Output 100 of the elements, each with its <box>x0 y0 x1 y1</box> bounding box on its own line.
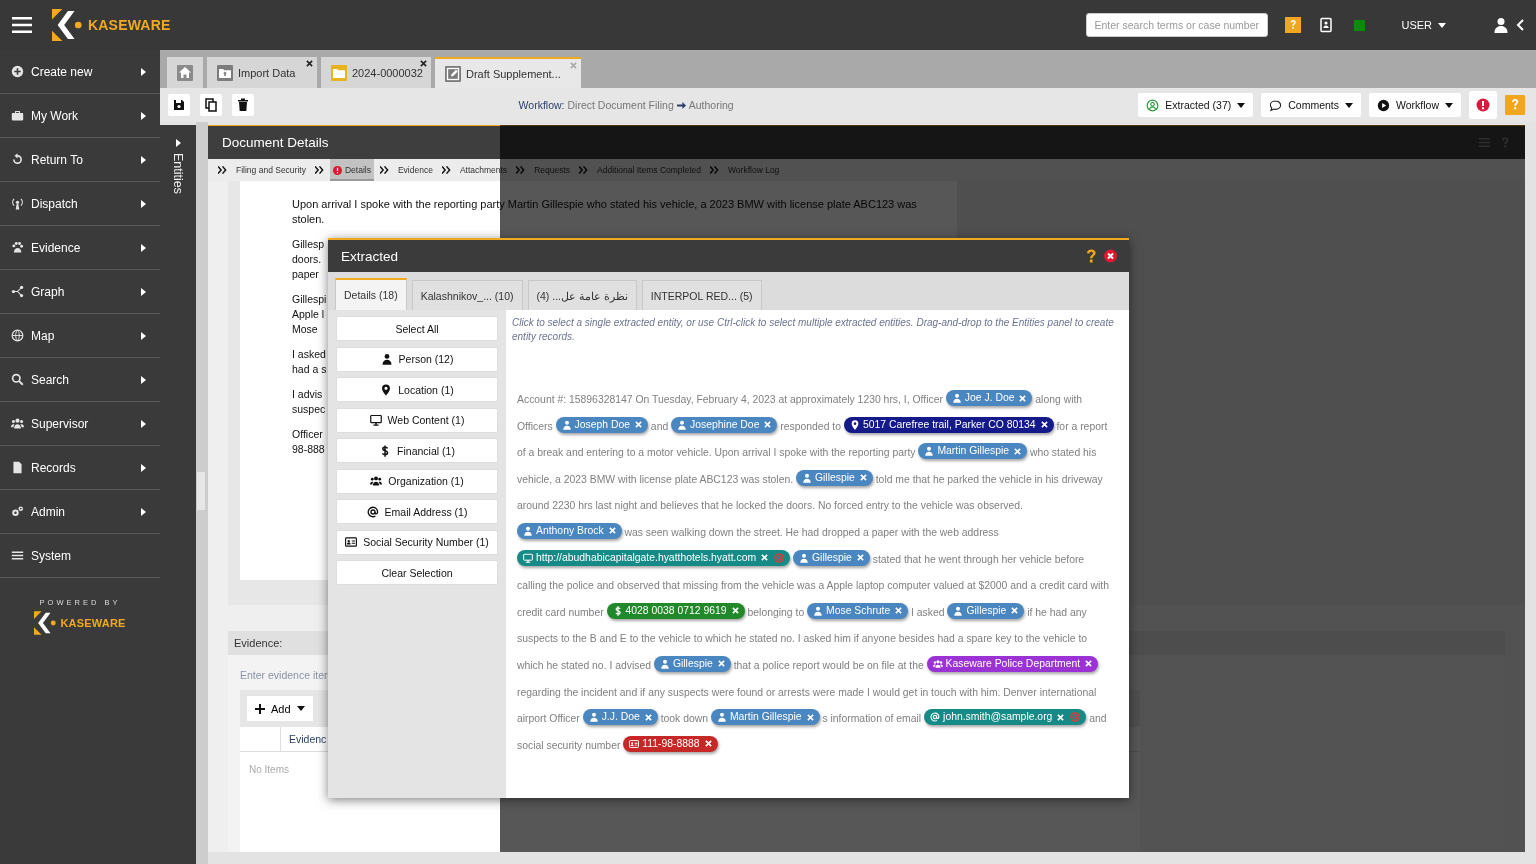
sidebar-label: Dispatch <box>31 196 79 211</box>
paw-icon <box>11 241 24 254</box>
filter-button[interactable]: Clear Selection <box>336 560 498 585</box>
plus-icon <box>255 703 265 714</box>
comments-button[interactable]: Comments <box>1261 93 1361 117</box>
caret-icon <box>1345 102 1353 108</box>
person-icon <box>523 525 533 536</box>
alert-icon[interactable] <box>1469 91 1497 119</box>
remove-icon[interactable] <box>1040 421 1048 429</box>
add-button[interactable]: Add <box>247 696 313 721</box>
entity-tag[interactable]: Martin Gillespie <box>918 443 1028 460</box>
entity-tag[interactable]: Josephine Doe <box>671 416 778 433</box>
filter-button[interactable]: Email Address (1) <box>336 499 498 524</box>
entity-tag[interactable]: john.smith@sample.org <box>924 709 1087 726</box>
workflow-step: Authoring <box>688 99 734 111</box>
filter-button[interactable]: Web Content (1) <box>336 407 498 433</box>
step-tab[interactable]: Details <box>329 159 374 181</box>
close-icon[interactable] <box>1104 249 1117 263</box>
report-text: Gillespi <box>292 292 327 307</box>
entity-tag[interactable]: http://abudhabicapitalgate.hyatthotels.hyatt.com <box>517 549 791 566</box>
chevron-icon <box>579 166 589 174</box>
at-sign-icon <box>366 505 379 518</box>
error-icon <box>332 165 342 175</box>
submenu-arrow-icon <box>141 463 146 472</box>
report-text: paper <box>292 267 319 282</box>
user-menu[interactable]: USER <box>1401 19 1446 31</box>
user-circle-icon <box>1146 98 1160 112</box>
person-icon <box>380 353 393 365</box>
entity-tag[interactable]: Gillespie <box>947 602 1025 619</box>
entity-tag[interactable]: J.J. Doe <box>582 709 658 726</box>
expand-icon[interactable] <box>175 139 181 147</box>
remove-icon[interactable] <box>704 740 712 748</box>
person-icon <box>659 658 670 669</box>
globe-icon <box>11 329 24 342</box>
entity-tag[interactable]: Martin Gillespie <box>710 709 820 726</box>
report-text: Gillesp <box>292 237 325 252</box>
submenu-arrow-icon <box>141 199 146 208</box>
monitor-icon <box>523 552 533 563</box>
close-icon[interactable] <box>420 60 427 67</box>
filter-button[interactable]: Financial (1) <box>336 438 498 463</box>
filter-button[interactable]: Organization (1) <box>336 468 498 494</box>
collapse-icon[interactable] <box>1516 19 1524 31</box>
extracted-button[interactable]: Extracted (37) <box>1138 93 1254 117</box>
step-tab[interactable]: Filing and Security <box>233 159 309 181</box>
user-icon[interactable] <box>1493 17 1509 33</box>
help-icon[interactable] <box>1285 17 1302 33</box>
tab[interactable]: Details (18) <box>335 278 407 310</box>
caret-icon <box>1438 22 1446 28</box>
trash-icon[interactable] <box>232 94 254 116</box>
splitter-handle[interactable] <box>197 472 205 510</box>
workflow-button[interactable]: Workflow <box>1369 93 1461 117</box>
entities-panel[interactable]: Entities <box>160 125 196 864</box>
entity-tag[interactable]: Gillespie <box>793 549 870 566</box>
gear-icon <box>11 505 24 518</box>
filter-button[interactable]: Social Security Number (1) <box>336 529 498 555</box>
entity-tag[interactable]: Gillespie <box>795 469 873 486</box>
menu-icon[interactable] <box>12 17 32 33</box>
step-tab[interactable]: Evidence <box>394 159 436 181</box>
group-icon <box>932 658 943 669</box>
column-header[interactable]: Evidenc <box>281 727 327 751</box>
arrow-icon <box>676 100 686 110</box>
tab[interactable]: Import Data <box>207 57 317 88</box>
submenu-arrow-icon <box>141 419 146 428</box>
document-icon <box>11 461 24 474</box>
save-icon[interactable] <box>168 94 190 116</box>
logo-icon <box>52 9 82 41</box>
tab[interactable]: INTERPOL RED... (5) <box>641 280 762 310</box>
sidebar-label: Return To <box>31 152 84 167</box>
entity-tag[interactable]: Mose Schrute <box>807 602 909 619</box>
entity-tag[interactable]: Anthony Brock <box>517 522 622 539</box>
filter-button[interactable]: Select All <box>336 316 498 341</box>
contact-card-icon[interactable] <box>1318 17 1335 33</box>
help-icon[interactable] <box>1085 249 1098 263</box>
close-icon[interactable] <box>306 60 313 67</box>
copy-icon[interactable] <box>200 94 222 116</box>
entity-tag[interactable]: Gillespie <box>653 655 731 672</box>
submenu-arrow-icon <box>141 287 146 296</box>
tab[interactable]: 2024-0000032 <box>321 57 431 88</box>
tab[interactable]: نظرة عامة عل... (4) <box>527 280 637 310</box>
status-icon <box>1354 19 1366 31</box>
entity-tag[interactable]: 5017 Carefree trail, Parker CO 80134 <box>843 416 1054 433</box>
target-icon <box>1070 712 1081 723</box>
sidebar-label: My Work <box>31 108 80 123</box>
tab[interactable]: Draft Supplement... <box>435 57 581 88</box>
entity-tag[interactable]: 4028 0038 0712 9619 <box>606 602 745 619</box>
person-icon <box>813 605 824 616</box>
filter-button[interactable]: Location (1) <box>336 377 498 402</box>
entity-tag[interactable]: Kaseware Police Department <box>926 655 1099 672</box>
play-icon <box>1377 98 1390 112</box>
home-icon <box>177 64 193 81</box>
at-sign-icon <box>930 712 941 723</box>
filter-button[interactable]: Person (12) <box>336 346 498 372</box>
entity-tag[interactable]: Joseph Doe <box>555 416 648 433</box>
entity-tag[interactable]: 111-98-8888 <box>623 735 718 752</box>
chevron-icon <box>314 166 324 174</box>
search-field[interactable]: Enter search terms or case number <box>1086 13 1269 37</box>
entity-tag[interactable]: Joe J. Doe <box>945 390 1033 406</box>
tab[interactable]: Kalashnikov_... (10) <box>411 280 523 310</box>
report-text: I advis <box>292 387 323 402</box>
tab[interactable] <box>167 57 203 88</box>
